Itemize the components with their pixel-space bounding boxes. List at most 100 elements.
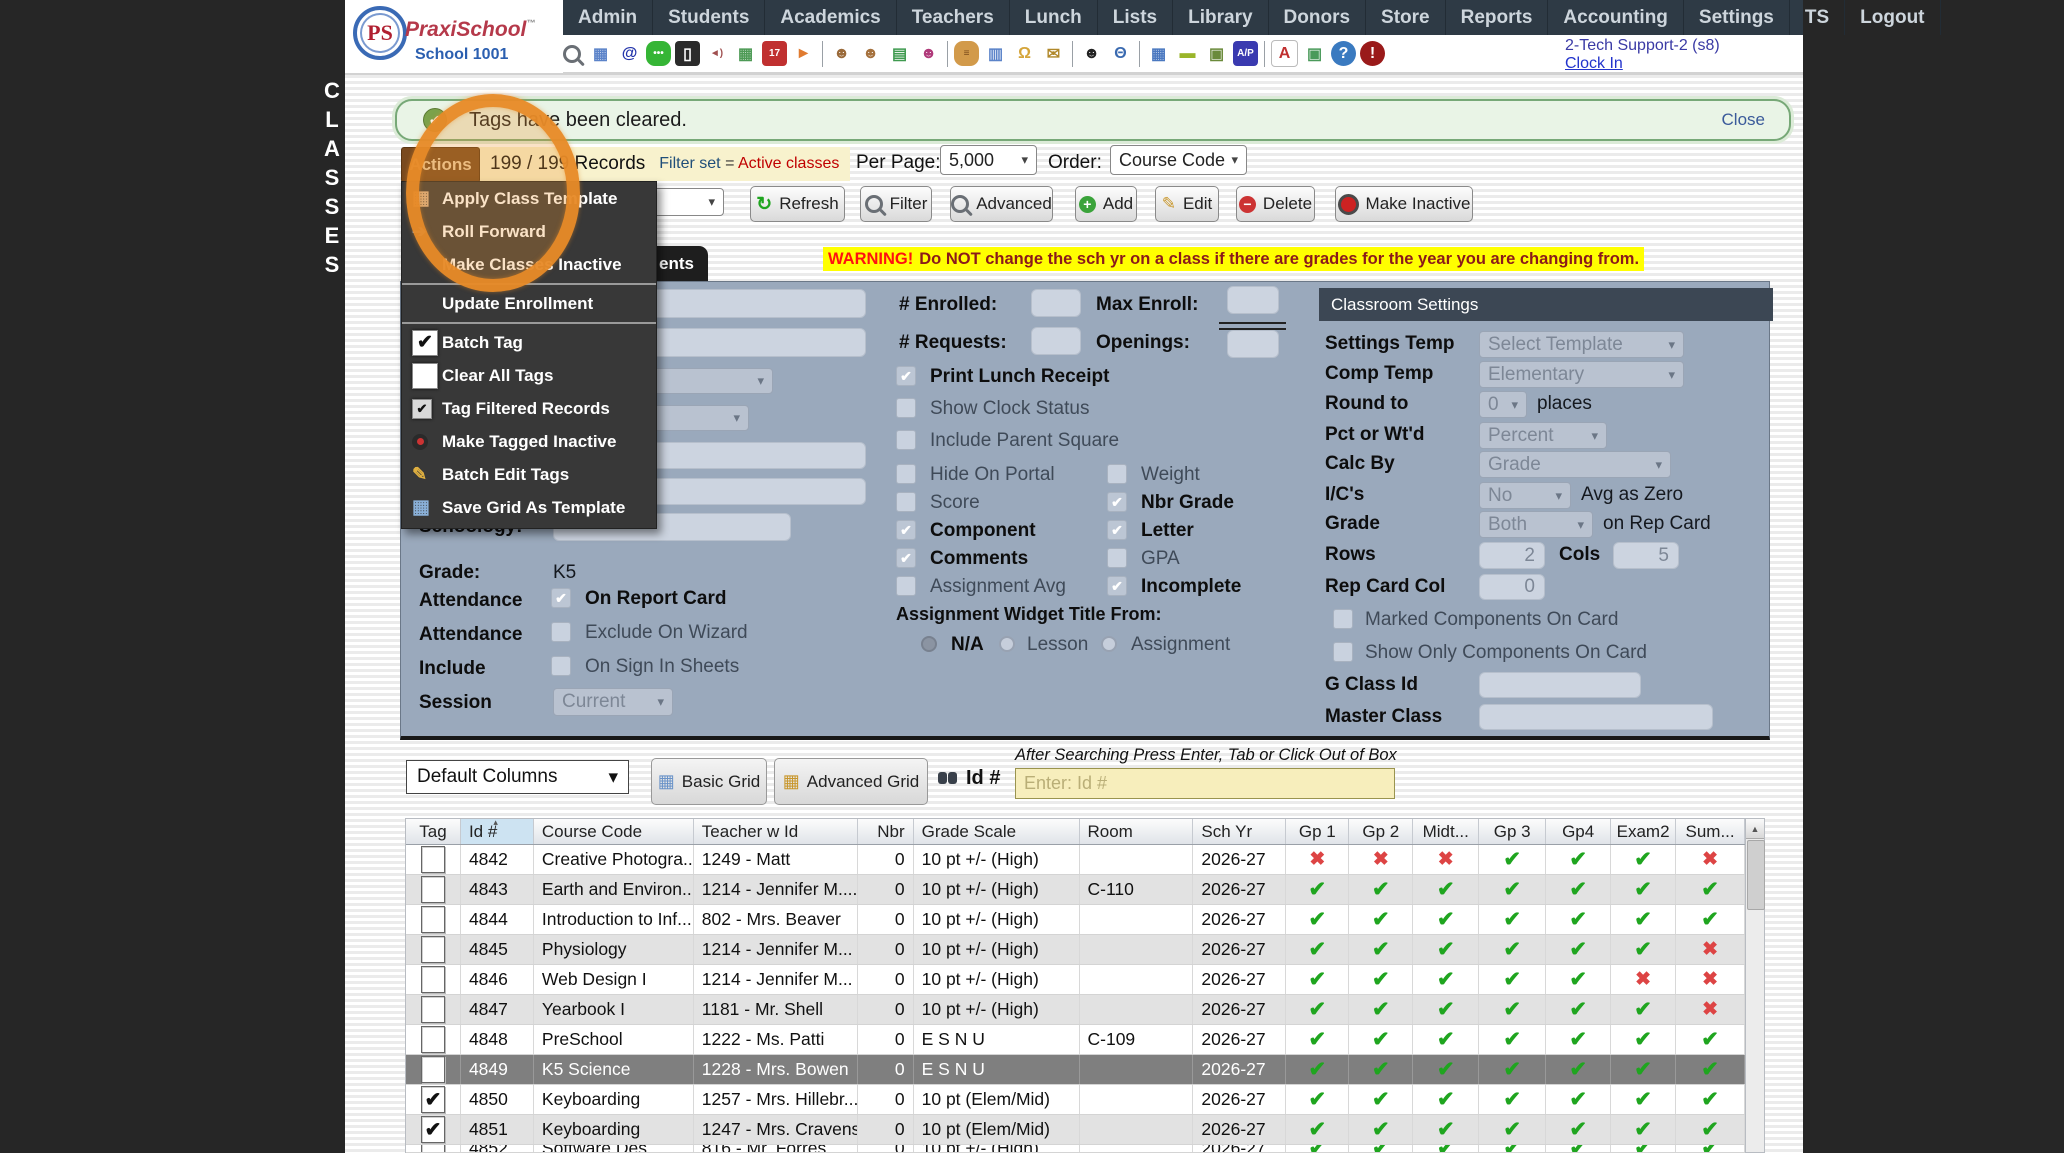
nav-item-ts[interactable]: TS	[1790, 0, 1846, 35]
add-button[interactable]: + Add	[1075, 186, 1137, 222]
calendar-grid-icon[interactable]: ▦	[588, 41, 613, 66]
checkbox-incomplete[interactable]: ✔	[1107, 576, 1127, 596]
enrolled-input[interactable]	[1031, 289, 1081, 317]
email-icon[interactable]: @	[617, 41, 642, 66]
tag-checkbox[interactable]	[420, 846, 445, 873]
column-header-id[interactable]: Id # ▴	[460, 817, 534, 844]
nav-item-logout[interactable]: Logout	[1845, 0, 1941, 35]
column-header-gp-2[interactable]: Gp 2	[1349, 819, 1414, 844]
checkbox-show-only-components-on-card[interactable]	[1333, 642, 1353, 662]
column-header-exam2[interactable]: Exam2	[1611, 819, 1677, 844]
delete-button[interactable]: − Delete	[1236, 186, 1315, 222]
menu-item-save-grid-as-template[interactable]: ▦ Save Grid As Template	[402, 491, 656, 524]
filter-button[interactable]: Filter	[860, 186, 932, 222]
tag-checkbox[interactable]: ✔	[420, 1116, 445, 1143]
advanced-button[interactable]: Advanced	[950, 186, 1053, 222]
openings-input[interactable]	[1227, 330, 1279, 358]
table-icon[interactable]: ▦	[1146, 41, 1171, 66]
checkbox-on-report-card[interactable]: ✔	[551, 588, 571, 608]
nav-item-library[interactable]: Library	[1173, 0, 1269, 35]
checkbox-comments[interactable]: ✔	[896, 548, 916, 568]
checkbox-exclude-on-wizard[interactable]	[551, 622, 571, 642]
checkbox-include-parent-square[interactable]	[896, 430, 916, 450]
chat-icon[interactable]: •••	[646, 41, 671, 66]
actions-button[interactable]: Actions	[401, 147, 480, 183]
menu-item-clear-all-tags[interactable]: Clear All Tags	[402, 359, 656, 392]
table-row[interactable]: 4852Software Des...816 - Mr. Forres...01…	[406, 1145, 1745, 1153]
tag-checkbox[interactable]	[420, 936, 445, 963]
grade-select[interactable]: Both ▾	[1479, 511, 1593, 538]
column-header-nbr[interactable]: Nbr	[858, 819, 914, 844]
column-header-course-code[interactable]: Course Code	[534, 819, 694, 844]
master-class-input[interactable]	[1479, 704, 1713, 730]
tag-checkbox[interactable]	[420, 966, 445, 993]
column-header-room[interactable]: Room	[1080, 819, 1194, 844]
pct-or-wt-d-select[interactable]: Percent ▾	[1479, 422, 1607, 449]
radio-assignment[interactable]	[1101, 636, 1117, 652]
column-header-tag[interactable]: Tag	[406, 819, 461, 844]
nav-item-admin[interactable]: Admin	[563, 0, 654, 35]
tag-checkbox[interactable]	[420, 996, 445, 1023]
column-header-gp4[interactable]: Gp4	[1546, 819, 1612, 844]
calendar-date-icon[interactable]: 17	[762, 41, 787, 66]
person-icon[interactable]: ☻	[858, 41, 883, 66]
comp-temp-select[interactable]: Elementary ▾	[1479, 361, 1684, 388]
checkbox-weight[interactable]	[1107, 464, 1127, 484]
nav-item-store[interactable]: Store	[1366, 0, 1446, 35]
column-header-gp-1[interactable]: Gp 1	[1286, 819, 1350, 844]
scroll-thumb[interactable]	[1747, 840, 1765, 910]
rows-input[interactable]: 2	[1479, 542, 1545, 569]
lunch-icon[interactable]: ≡	[954, 41, 979, 66]
settings-temp-select[interactable]: Select Template ▾	[1479, 331, 1684, 358]
alarm-clock-icon[interactable]: Θ	[1108, 41, 1133, 66]
table-row[interactable]: ✔ 4850 Keyboarding 1257 - Mrs. Hillebr... 0 1…	[406, 1085, 1746, 1115]
nav-item-settings[interactable]: Settings	[1684, 0, 1790, 35]
tag-checkbox[interactable]	[420, 1026, 445, 1053]
notification-close-button[interactable]: Close	[1722, 110, 1765, 130]
menu-item-batch-tag[interactable]: ✔ Batch Tag	[402, 326, 656, 359]
mail-send-icon[interactable]: ✉	[1041, 41, 1066, 66]
table-row[interactable]: 4844 Introduction to Inf... 802 - Mrs. Bea…	[406, 905, 1746, 935]
rep-card-col-input[interactable]: 0	[1479, 574, 1545, 600]
tag-checkbox[interactable]	[420, 906, 445, 933]
nav-item-teachers[interactable]: Teachers	[897, 0, 1010, 35]
table-row[interactable]: 4846 Web Design I 1214 - Jennifer M... 0 10 …	[406, 965, 1746, 995]
people-icon[interactable]: ☻	[916, 41, 941, 66]
nav-item-academics[interactable]: Academics	[765, 0, 897, 35]
table-row[interactable]: ✔ 4851 Keyboarding 1247 - Mrs. Cravens 0 10 p…	[406, 1115, 1746, 1145]
column-header-grade-scale[interactable]: Grade Scale	[914, 819, 1080, 844]
checkbox-hide-on-portal[interactable]	[896, 464, 916, 484]
speaker-icon[interactable]: ◄)	[704, 41, 729, 66]
person-add-icon[interactable]: ☻	[829, 41, 854, 66]
make-inactive-button[interactable]: Make Inactive	[1335, 186, 1473, 222]
order-select[interactable]: Course Code ▾	[1110, 145, 1247, 175]
nav-item-accounting[interactable]: Accounting	[1548, 0, 1684, 35]
checkbox-on-sign-in-sheets[interactable]	[551, 656, 571, 676]
megaphone-icon[interactable]: ►	[791, 41, 816, 66]
session-select[interactable]: Current ▾	[553, 688, 673, 716]
table-row[interactable]: 4849 K5 Science 1228 - Mrs. Bowen 0 E S N U 2…	[406, 1055, 1746, 1085]
table-row[interactable]: 4848 PreSchool 1222 - Ms. Patti 0 E S N U C-1…	[406, 1025, 1746, 1055]
round-to-select[interactable]: 0 ▾	[1479, 391, 1527, 418]
menu-item-make-tagged-inactive[interactable]: Make Tagged Inactive	[402, 425, 656, 458]
menu-item-batch-edit-tags[interactable]: ✎ Batch Edit Tags	[402, 458, 656, 491]
column-header-sum[interactable]: Sum...	[1676, 819, 1746, 844]
tag-checkbox[interactable]	[420, 1145, 445, 1152]
checkbox-print-lunch-receipt[interactable]: ✔	[896, 366, 916, 386]
id-card-icon[interactable]: ▬	[1175, 41, 1200, 66]
radio-lesson[interactable]	[999, 636, 1015, 652]
person-suit-icon[interactable]: ☻	[1079, 41, 1104, 66]
refresh-button[interactable]: ↻ Refresh	[750, 186, 845, 222]
table-row[interactable]: 4845 Physiology 1214 - Jennifer M... 0 10 pt…	[406, 935, 1746, 965]
column-header-teacher-w-id[interactable]: Teacher w Id	[694, 819, 858, 844]
tag-checkbox[interactable]: ✔	[420, 1086, 445, 1113]
radio-n-a[interactable]	[921, 636, 937, 652]
menu-item-roll-forward[interactable]: ➔ Roll Forward	[402, 215, 656, 248]
tag-checkbox[interactable]	[420, 876, 445, 903]
ap-icon[interactable]: A/P	[1233, 41, 1258, 66]
cash-register-icon[interactable]: ▣	[1302, 41, 1327, 66]
bell-icon[interactable]: Ω	[1012, 41, 1037, 66]
basic-grid-button[interactable]: ▦ Basic Grid	[651, 758, 767, 805]
checkbox-score[interactable]	[896, 492, 916, 512]
printer-icon[interactable]: ▣	[1204, 41, 1229, 66]
